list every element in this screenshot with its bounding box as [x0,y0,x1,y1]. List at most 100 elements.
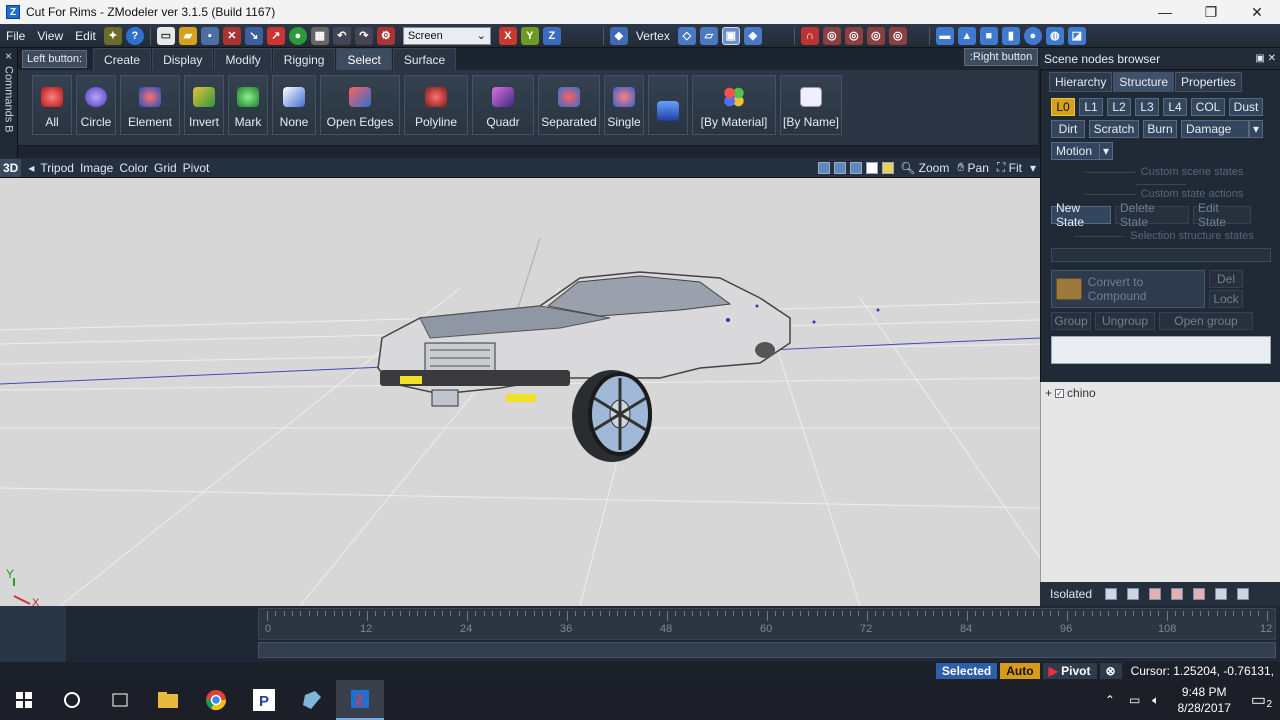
dust-button[interactable]: Dust [1229,98,1263,116]
pin-icon[interactable]: ▣ ✕ [1255,53,1276,64]
tab-properties[interactable]: Properties [1175,72,1242,92]
dirt-button[interactable]: Dirt [1051,120,1085,138]
snap-edge-icon[interactable]: ◎ [844,26,863,45]
fit-tool[interactable]: ⛶ Fit [993,160,1026,175]
notification-center-icon[interactable]: ▭ 2 [1251,690,1272,710]
node-name-field[interactable] [1051,336,1271,364]
start-button[interactable] [0,680,48,720]
restore-button[interactable]: ❐ [1188,0,1234,24]
open-folder-icon[interactable]: ▰ [178,26,197,45]
close-commands-icon[interactable]: × [0,48,17,64]
select-all-button[interactable]: All [32,75,72,135]
motion-button[interactable]: Motion [1051,142,1101,160]
tree-tool-4-icon[interactable] [1171,588,1184,600]
snap-grid-icon[interactable]: ◎ [888,26,907,45]
commands-browser-label[interactable]: Commands B [3,66,15,133]
car-model[interactable] [377,271,791,462]
tree-tool-7-icon[interactable] [1237,588,1250,600]
select-single-button[interactable]: Single [604,75,644,135]
tree-tool-1-icon[interactable] [1105,588,1118,600]
select-by-material-button[interactable]: [By Material] [692,75,776,135]
motion-dropdown-chevron-icon[interactable]: ▾ [1099,142,1113,160]
viewport-menu-tripod[interactable]: Tripod [37,161,77,175]
scratch-button[interactable]: Scratch [1089,120,1139,138]
viewport-options-chevron-icon[interactable]: ▾ [1026,161,1040,175]
app-taskbar[interactable] [288,680,336,720]
tree-tool-2-icon[interactable] [1127,588,1140,600]
viewport-menu-arrow-icon[interactable]: ◂ [25,161,37,175]
tab-display[interactable]: Display [152,48,214,70]
select-element-button[interactable]: Element [120,75,180,135]
minimize-button[interactable]: — [1142,0,1188,24]
auto-status-badge[interactable]: Auto [1000,663,1040,679]
file-explorer-taskbar[interactable] [144,680,192,720]
render-icon[interactable]: ● [288,26,307,45]
viewport-menu-pivot[interactable]: Pivot [180,161,213,175]
node-mode-icon[interactable]: ◈ [743,26,762,45]
tree-tool-3-icon[interactable] [1149,588,1162,600]
import-icon[interactable]: ↘ [244,26,263,45]
select-circle-button[interactable]: Circle [76,75,116,135]
tab-rigging[interactable]: Rigging [272,48,336,70]
cone-icon[interactable]: ▲ [957,26,976,45]
select-polyline-button[interactable]: Polyline [404,75,468,135]
lod-l2-button[interactable]: L2 [1107,98,1131,116]
isolated-toggle[interactable]: Isolated [1050,587,1092,601]
pan-tool[interactable]: ✋︎ Pan [953,160,993,175]
redo-icon[interactable]: ↷ [354,26,373,45]
3d-viewport[interactable]: Y X [0,178,1040,606]
menu-edit[interactable]: Edit [69,29,102,43]
damage-button[interactable]: Damage [1181,120,1249,138]
open-group-button[interactable]: Open group [1159,312,1253,330]
close-button[interactable]: ✕ [1234,0,1280,24]
edge-mode-icon[interactable]: ◇ [677,26,696,45]
settings-icon[interactable]: ⚙ [376,26,395,45]
select-invert-button[interactable]: Invert [184,75,224,135]
light-bulb-icon[interactable] [882,161,895,174]
left-button-label[interactable]: Left button: [22,50,88,68]
axis-x-lock-icon[interactable]: X [498,26,517,45]
select-mark-button[interactable]: Mark [228,75,268,135]
timeline-scrollbar[interactable] [258,642,1276,658]
undo-icon[interactable]: ↶ [332,26,351,45]
expand-icon[interactable]: + [1045,386,1052,400]
select-open-edges-button[interactable]: Open Edges [320,75,400,135]
magnet-icon[interactable]: ∩ [800,26,819,45]
axis-y-lock-icon[interactable]: Y [520,26,539,45]
task-view-button[interactable] [96,680,144,720]
vertex-mode-icon[interactable]: ◆ [609,26,628,45]
shading-texture-icon[interactable] [850,161,863,174]
axis-z-lock-icon[interactable]: Z [542,26,561,45]
object-mode-icon[interactable]: ▣ [721,26,740,45]
material-icon[interactable]: ▦ [310,26,329,45]
tab-hierarchy[interactable]: Hierarchy [1049,72,1113,92]
damage-dropdown-chevron-icon[interactable]: ▾ [1249,120,1263,138]
viewport-menu-image[interactable]: Image [77,161,116,175]
new-state-button[interactable]: New State [1051,201,1111,229]
box-icon[interactable]: ■ [979,26,998,45]
vertex-mode-label[interactable]: Vertex [630,29,676,43]
tab-modify[interactable]: Modify [214,48,272,70]
del-button[interactable]: Del [1209,270,1243,288]
tree-tool-5-icon[interactable] [1193,588,1206,600]
torus-icon[interactable]: ◍ [1045,26,1064,45]
tab-structure[interactable]: Structure [1113,72,1175,92]
visibility-checkbox[interactable]: ✓ [1055,388,1065,398]
viewport-menu-grid[interactable]: Grid [151,161,180,175]
select-separated-button[interactable]: Separated [538,75,600,135]
edit-state-button[interactable]: Edit State [1193,201,1251,229]
coordinate-system-select[interactable]: Screen ⌄ [402,26,491,45]
structure-states-list[interactable] [1051,248,1271,262]
delete-icon[interactable]: ✕ [222,26,241,45]
burn-button[interactable]: Burn [1143,120,1177,138]
menu-file[interactable]: File [0,29,31,43]
cylinder-icon[interactable]: ▮ [1001,26,1020,45]
convert-to-compound-button[interactable]: Convert to Compound [1051,270,1205,308]
lod-l0-button[interactable]: L0 [1051,98,1075,116]
viewport-mode-3d[interactable]: 3D [0,158,22,177]
select-by-id-button[interactable] [648,75,688,135]
viewport-menu-color[interactable]: Color [116,161,151,175]
export-icon[interactable]: ↗ [266,26,285,45]
sphere-icon[interactable]: ● [1023,26,1042,45]
shape-icon[interactable]: ◪ [1067,26,1086,45]
